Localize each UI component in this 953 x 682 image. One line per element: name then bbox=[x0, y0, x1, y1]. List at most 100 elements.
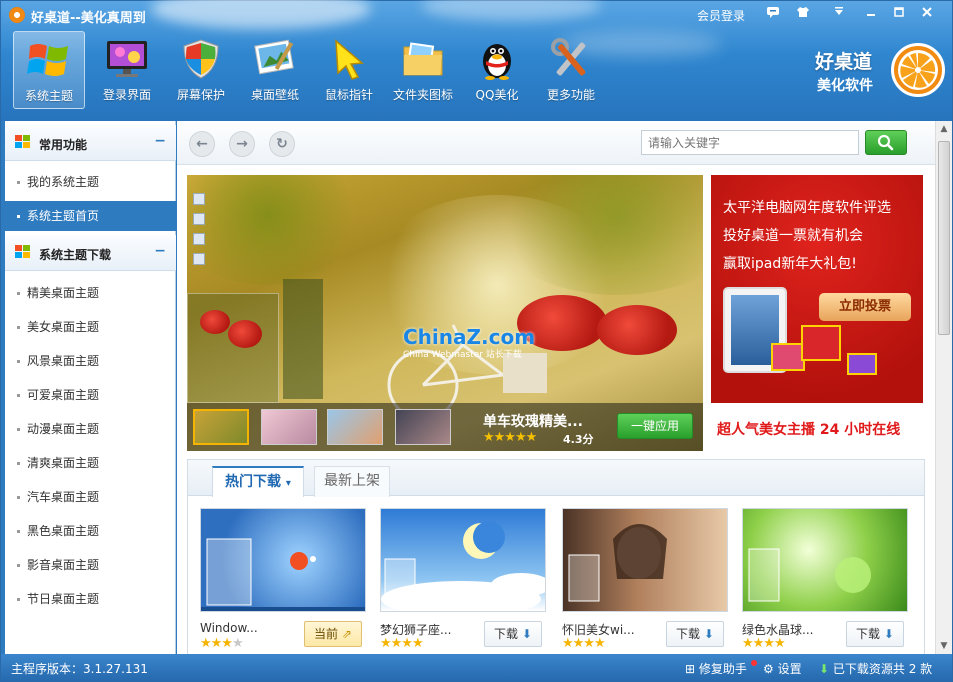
app-window: 好桌道--美化真周到 会员登录 系统主题 登录界面 屏幕保护 桌面壁纸 鼠标指针… bbox=[0, 0, 953, 682]
theme-thumbnail[interactable] bbox=[200, 508, 366, 612]
nav-qq-beautify[interactable]: QQ美化 bbox=[461, 31, 533, 109]
nav-wallpaper[interactable]: 桌面壁纸 bbox=[239, 31, 311, 109]
back-button[interactable]: ← bbox=[189, 131, 215, 157]
sidebar-item-download[interactable]: 节日桌面主题 bbox=[5, 584, 176, 614]
collapse-icon[interactable]: − bbox=[154, 133, 166, 149]
theme-card[interactable]: Window... ★★★★ 当前 ⇗ bbox=[200, 508, 368, 658]
section-title: 系统主题下载 bbox=[39, 248, 112, 262]
sidebar-item-theme-home[interactable]: 系统主题首页 bbox=[5, 201, 176, 231]
featured-theme-banner[interactable]: ChinaZ.com China Webmaster 站长下载 单车玫瑰精美..… bbox=[187, 175, 703, 451]
close-icon[interactable] bbox=[915, 5, 939, 25]
vote-now-button[interactable]: 立即投票 bbox=[819, 293, 911, 321]
sidebar-item-download[interactable]: 清爽桌面主题 bbox=[5, 448, 176, 478]
ad-strip[interactable]: 超人气美女主播 24 小时在线 bbox=[711, 403, 923, 451]
skin-shirt-icon[interactable] bbox=[791, 5, 815, 25]
theme-thumbnail[interactable] bbox=[380, 508, 546, 612]
status-bar: 主程序版本：3.1.27.131 ⊞ 修复助手 ⚙ 设置 ⬇ 已下载资源共 2 … bbox=[1, 654, 952, 681]
nav-screen-saver[interactable]: 屏幕保护 bbox=[165, 31, 237, 109]
one-click-apply-button[interactable]: 一键应用 bbox=[617, 413, 693, 439]
download-button[interactable]: 下载 ⬇ bbox=[846, 621, 904, 647]
forward-button[interactable]: → bbox=[229, 131, 255, 157]
advertisement-panel[interactable]: 太平洋电脑网年度软件评选 投好桌道一票就有机会 赢取ipad新年大礼包! 立即投… bbox=[711, 175, 923, 451]
nav-more-functions[interactable]: 更多功能 bbox=[535, 31, 607, 109]
sidebar-item-download[interactable]: 可爱桌面主题 bbox=[5, 380, 176, 410]
sidebar-item-download[interactable]: 影音桌面主题 bbox=[5, 550, 176, 580]
button-label: 下载 bbox=[494, 627, 519, 641]
gift-box-image bbox=[801, 325, 841, 361]
tab-hot-downloads[interactable]: 热门下载 ▾ bbox=[212, 466, 304, 497]
sidebar-item-download[interactable]: 风景桌面主题 bbox=[5, 346, 176, 376]
download-icon: ⬇ bbox=[819, 662, 830, 676]
nav-label: 登录界面 bbox=[102, 88, 151, 102]
nav-label: 文件夹图标 bbox=[392, 88, 453, 102]
section-common-header[interactable]: 常用功能 − bbox=[5, 125, 176, 161]
banner-rating-stars: ★★★★★ bbox=[483, 430, 537, 445]
nav-folder-icon[interactable]: 文件夹图标 bbox=[387, 31, 459, 109]
nav-system-theme[interactable]: 系统主题 bbox=[13, 31, 85, 109]
downloads-panel: 热门下载 ▾ 最新上架 Window... ★★★★ 当前 ⇗ 梦幻狮子座...… bbox=[187, 459, 925, 659]
sidebar-item-download[interactable]: 美女桌面主题 bbox=[5, 312, 176, 342]
shield-icon bbox=[183, 39, 219, 79]
sidebar-item-download[interactable]: 精美桌面主题 bbox=[5, 278, 176, 308]
search-input[interactable] bbox=[641, 130, 859, 155]
search-button[interactable] bbox=[865, 130, 907, 155]
sidebar-item-download[interactable]: 动漫桌面主题 bbox=[5, 414, 176, 444]
main-content: ← → ↻ 请输入关键字 ChinaZ.com China Webmaster … bbox=[177, 121, 935, 659]
current-theme-button[interactable]: 当前 ⇗ bbox=[304, 621, 362, 647]
refresh-button[interactable]: ↻ bbox=[269, 131, 295, 157]
browser-toolbar: ← → ↻ bbox=[177, 121, 935, 165]
banner-thumbnail[interactable] bbox=[395, 409, 451, 445]
repair-icon: ⊞ bbox=[685, 662, 696, 676]
collapse-icon[interactable]: − bbox=[154, 243, 166, 259]
scrollbar-thumb[interactable] bbox=[938, 141, 950, 335]
minimize-icon[interactable] bbox=[859, 5, 883, 25]
repair-assistant-link[interactable]: ⊞ 修复助手 bbox=[685, 660, 757, 677]
banner-thumbnail[interactable] bbox=[327, 409, 383, 445]
vertical-scrollbar[interactable]: ▲ ▼ bbox=[935, 121, 952, 654]
sidebar-item-download[interactable]: 汽车桌面主题 bbox=[5, 482, 176, 512]
theme-card[interactable]: 梦幻狮子座... ★★★★ 下载 ⬇ bbox=[380, 508, 548, 658]
menu-dropdown-icon[interactable] bbox=[827, 5, 851, 25]
nav-label: 系统主题 bbox=[24, 89, 73, 103]
title-bar: 好桌道--美化真周到 会员登录 bbox=[1, 1, 952, 29]
sidebar-item-download[interactable]: 黑色桌面主题 bbox=[5, 516, 176, 546]
nav-label: QQ美化 bbox=[475, 88, 519, 102]
message-icon[interactable] bbox=[761, 5, 785, 25]
check-chart-icon: ⇗ bbox=[341, 627, 352, 641]
notification-dot bbox=[750, 660, 757, 666]
ad-text: 太平洋电脑网年度软件评选 bbox=[723, 200, 891, 216]
sidebar-item-my-theme[interactable]: 我的系统主题 bbox=[5, 167, 176, 197]
version-text: 主程序版本：3.1.27.131 bbox=[11, 662, 148, 676]
banner-thumbnail[interactable] bbox=[193, 409, 249, 445]
nav-label: 屏幕保护 bbox=[176, 88, 225, 102]
brand-tagline: 美化软件 bbox=[817, 78, 873, 94]
scroll-down-icon[interactable]: ▼ bbox=[936, 638, 952, 654]
theme-card[interactable]: 绿色水晶球... ★★★★ 下载 ⬇ bbox=[742, 508, 910, 658]
app-logo-icon bbox=[9, 7, 25, 23]
member-login-link[interactable]: 会员登录 bbox=[697, 7, 745, 24]
download-button[interactable]: 下载 ⬇ bbox=[484, 621, 542, 647]
tab-newest[interactable]: 最新上架 bbox=[314, 466, 390, 497]
download-button[interactable]: 下载 ⬇ bbox=[666, 621, 724, 647]
ad-banner[interactable]: 太平洋电脑网年度软件评选 投好桌道一票就有机会 赢取ipad新年大礼包! 立即投… bbox=[711, 175, 923, 403]
tab-label: 热门下载 bbox=[225, 474, 282, 490]
banner-thumbnail[interactable] bbox=[261, 409, 317, 445]
downloaded-resources-link[interactable]: ⬇ 已下载资源共 2 款 bbox=[819, 660, 932, 677]
sidebar: 常用功能 − 我的系统主题 系统主题首页 系统主题下载 − 精美桌面主题 美女桌… bbox=[1, 121, 176, 654]
settings-link[interactable]: ⚙ 设置 bbox=[763, 660, 802, 677]
qq-penguin-icon bbox=[483, 44, 511, 80]
theme-rating: ★★★★ bbox=[200, 636, 244, 651]
theme-card[interactable]: 怀旧美女wi... ★★★★ 下载 ⬇ bbox=[562, 508, 730, 658]
scroll-up-icon[interactable]: ▲ bbox=[936, 121, 952, 137]
watermark-subtext: China Webmaster 站长下载 bbox=[403, 350, 522, 360]
theme-thumbnail[interactable] bbox=[742, 508, 908, 612]
desktop-icons bbox=[193, 193, 209, 273]
theme-thumbnail[interactable] bbox=[562, 508, 728, 612]
watermark-text: ChinaZ.com bbox=[403, 325, 536, 349]
nav-mouse-pointer[interactable]: 鼠标指针 bbox=[313, 31, 385, 109]
nav-login-screen[interactable]: 登录界面 bbox=[91, 31, 163, 109]
banner-score: 4.3分 bbox=[563, 433, 594, 446]
section-download-header[interactable]: 系统主题下载 − bbox=[5, 235, 176, 271]
preview-window bbox=[187, 293, 279, 403]
maximize-icon[interactable] bbox=[887, 5, 911, 25]
